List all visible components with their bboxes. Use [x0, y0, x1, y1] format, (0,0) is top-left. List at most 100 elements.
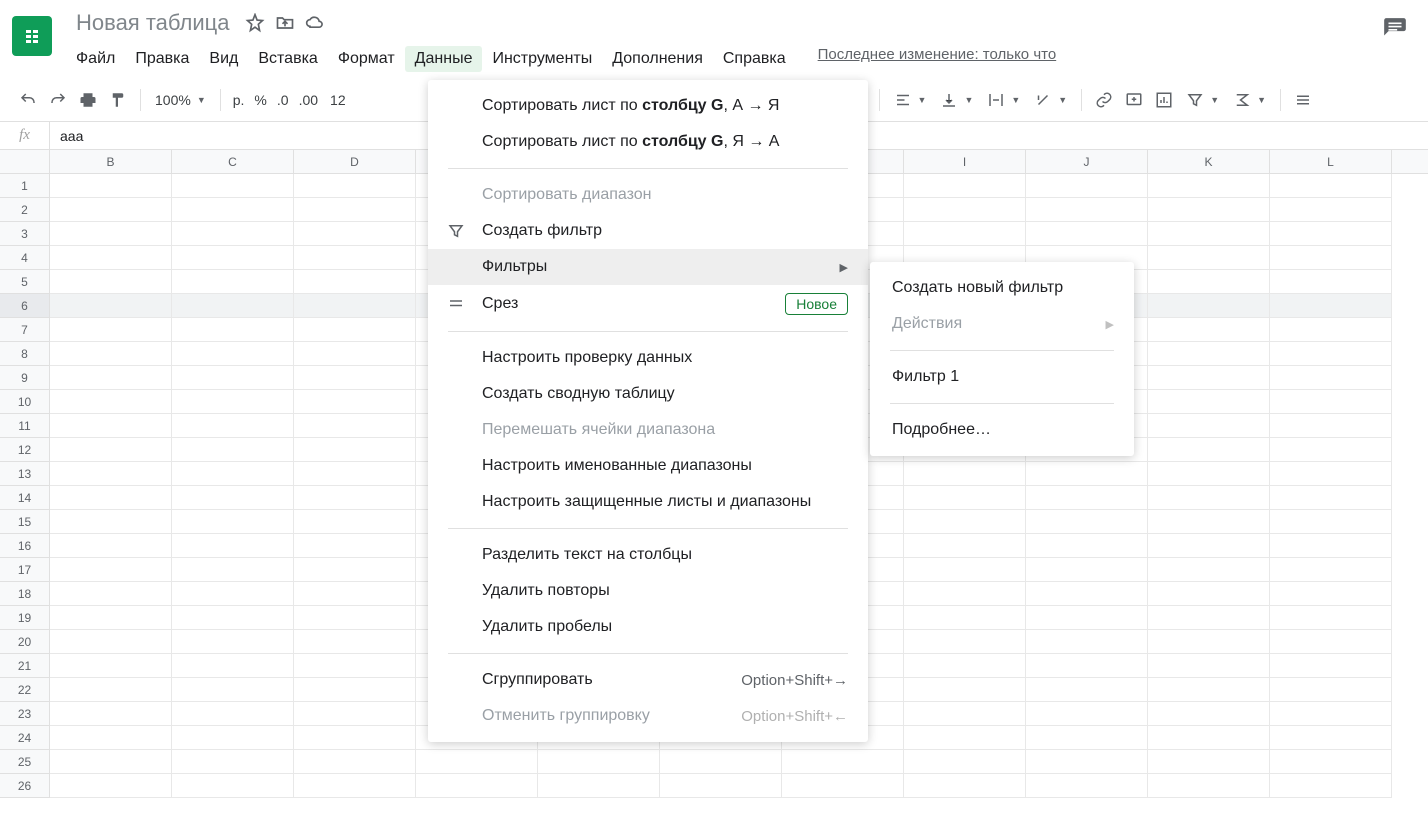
menu-pivot[interactable]: Создать сводную таблицу: [428, 376, 868, 412]
cell[interactable]: [1026, 726, 1148, 750]
undo-icon[interactable]: [14, 86, 42, 114]
valign-icon[interactable]: ▼: [934, 86, 979, 114]
cell[interactable]: [172, 342, 294, 366]
cell[interactable]: [1270, 510, 1392, 534]
cell[interactable]: [50, 726, 172, 750]
cell[interactable]: [1148, 198, 1270, 222]
cell[interactable]: [904, 750, 1026, 774]
cell[interactable]: [172, 270, 294, 294]
cell[interactable]: [172, 246, 294, 270]
cell[interactable]: [50, 654, 172, 678]
cell[interactable]: [1148, 390, 1270, 414]
row-header[interactable]: 16: [0, 534, 50, 558]
cell[interactable]: [50, 342, 172, 366]
cell[interactable]: [1270, 582, 1392, 606]
row-header[interactable]: 9: [0, 366, 50, 390]
cell[interactable]: [1026, 558, 1148, 582]
rotate-icon[interactable]: ▼: [1028, 86, 1073, 114]
move-icon[interactable]: [275, 13, 295, 33]
row-header[interactable]: 17: [0, 558, 50, 582]
menu-create-filter[interactable]: Создать фильтр: [428, 213, 868, 249]
cell[interactable]: [50, 606, 172, 630]
menu-view[interactable]: Вид: [199, 46, 248, 72]
cell[interactable]: [904, 678, 1026, 702]
cell[interactable]: [294, 342, 416, 366]
cell[interactable]: [416, 750, 538, 774]
row-header[interactable]: 7: [0, 318, 50, 342]
cell[interactable]: [1026, 606, 1148, 630]
cell[interactable]: [172, 438, 294, 462]
cell[interactable]: [294, 630, 416, 654]
cell[interactable]: [172, 510, 294, 534]
cell[interactable]: [172, 582, 294, 606]
select-all-corner[interactable]: [0, 150, 50, 173]
cell[interactable]: [172, 558, 294, 582]
cell[interactable]: [172, 390, 294, 414]
cell[interactable]: [172, 198, 294, 222]
menu-slicer[interactable]: Срез Новое: [428, 285, 868, 323]
cell[interactable]: [1148, 726, 1270, 750]
row-header[interactable]: 18: [0, 582, 50, 606]
row-header[interactable]: 10: [0, 390, 50, 414]
cell[interactable]: [1270, 534, 1392, 558]
cell[interactable]: [1148, 222, 1270, 246]
menu-addons[interactable]: Дополнения: [602, 46, 713, 72]
cell[interactable]: [1148, 606, 1270, 630]
cell[interactable]: [1270, 774, 1392, 798]
cell[interactable]: [1270, 342, 1392, 366]
cell[interactable]: [416, 774, 538, 798]
menu-data[interactable]: Данные: [405, 46, 483, 72]
currency-button[interactable]: р.: [229, 92, 249, 108]
dec-more-button[interactable]: .00: [295, 92, 322, 108]
cell[interactable]: [294, 222, 416, 246]
row-header[interactable]: 2: [0, 198, 50, 222]
menu-insert[interactable]: Вставка: [248, 46, 327, 72]
cell[interactable]: [172, 774, 294, 798]
row-header[interactable]: 24: [0, 726, 50, 750]
cell[interactable]: [50, 390, 172, 414]
cell[interactable]: [172, 750, 294, 774]
cell[interactable]: [904, 606, 1026, 630]
cell[interactable]: [1148, 654, 1270, 678]
menu-split-text[interactable]: Разделить текст на столбцы: [428, 537, 868, 573]
cell[interactable]: [172, 366, 294, 390]
cell[interactable]: [782, 750, 904, 774]
row-header[interactable]: 4: [0, 246, 50, 270]
cell[interactable]: [1148, 438, 1270, 462]
cell[interactable]: [50, 174, 172, 198]
cell[interactable]: [1148, 462, 1270, 486]
row-header[interactable]: 8: [0, 342, 50, 366]
cell[interactable]: [782, 774, 904, 798]
cell[interactable]: [904, 510, 1026, 534]
cell[interactable]: [1148, 774, 1270, 798]
cell[interactable]: [172, 462, 294, 486]
cell[interactable]: [294, 702, 416, 726]
cell[interactable]: [1270, 750, 1392, 774]
column-header-D[interactable]: D: [294, 150, 416, 173]
cell[interactable]: [1270, 222, 1392, 246]
row-header[interactable]: 19: [0, 606, 50, 630]
cell[interactable]: [1148, 750, 1270, 774]
zoom-select[interactable]: 100%▼: [149, 86, 212, 114]
menu-file[interactable]: Файл: [66, 46, 125, 72]
cell[interactable]: [294, 510, 416, 534]
sheets-logo[interactable]: [12, 16, 52, 56]
cell[interactable]: [904, 774, 1026, 798]
menu-edit[interactable]: Правка: [125, 46, 199, 72]
more-icon[interactable]: [1289, 86, 1317, 114]
cell[interactable]: [1270, 438, 1392, 462]
cell[interactable]: [294, 390, 416, 414]
functions-icon[interactable]: ▼: [1227, 86, 1272, 114]
cell[interactable]: [904, 630, 1026, 654]
cell[interactable]: [50, 318, 172, 342]
cell[interactable]: [294, 366, 416, 390]
cell[interactable]: [1270, 366, 1392, 390]
cell[interactable]: [172, 318, 294, 342]
cell[interactable]: [50, 222, 172, 246]
cell[interactable]: [1148, 174, 1270, 198]
cell[interactable]: [1148, 558, 1270, 582]
percent-button[interactable]: %: [250, 92, 270, 108]
redo-icon[interactable]: [44, 86, 72, 114]
cell[interactable]: [294, 774, 416, 798]
cell[interactable]: [294, 198, 416, 222]
